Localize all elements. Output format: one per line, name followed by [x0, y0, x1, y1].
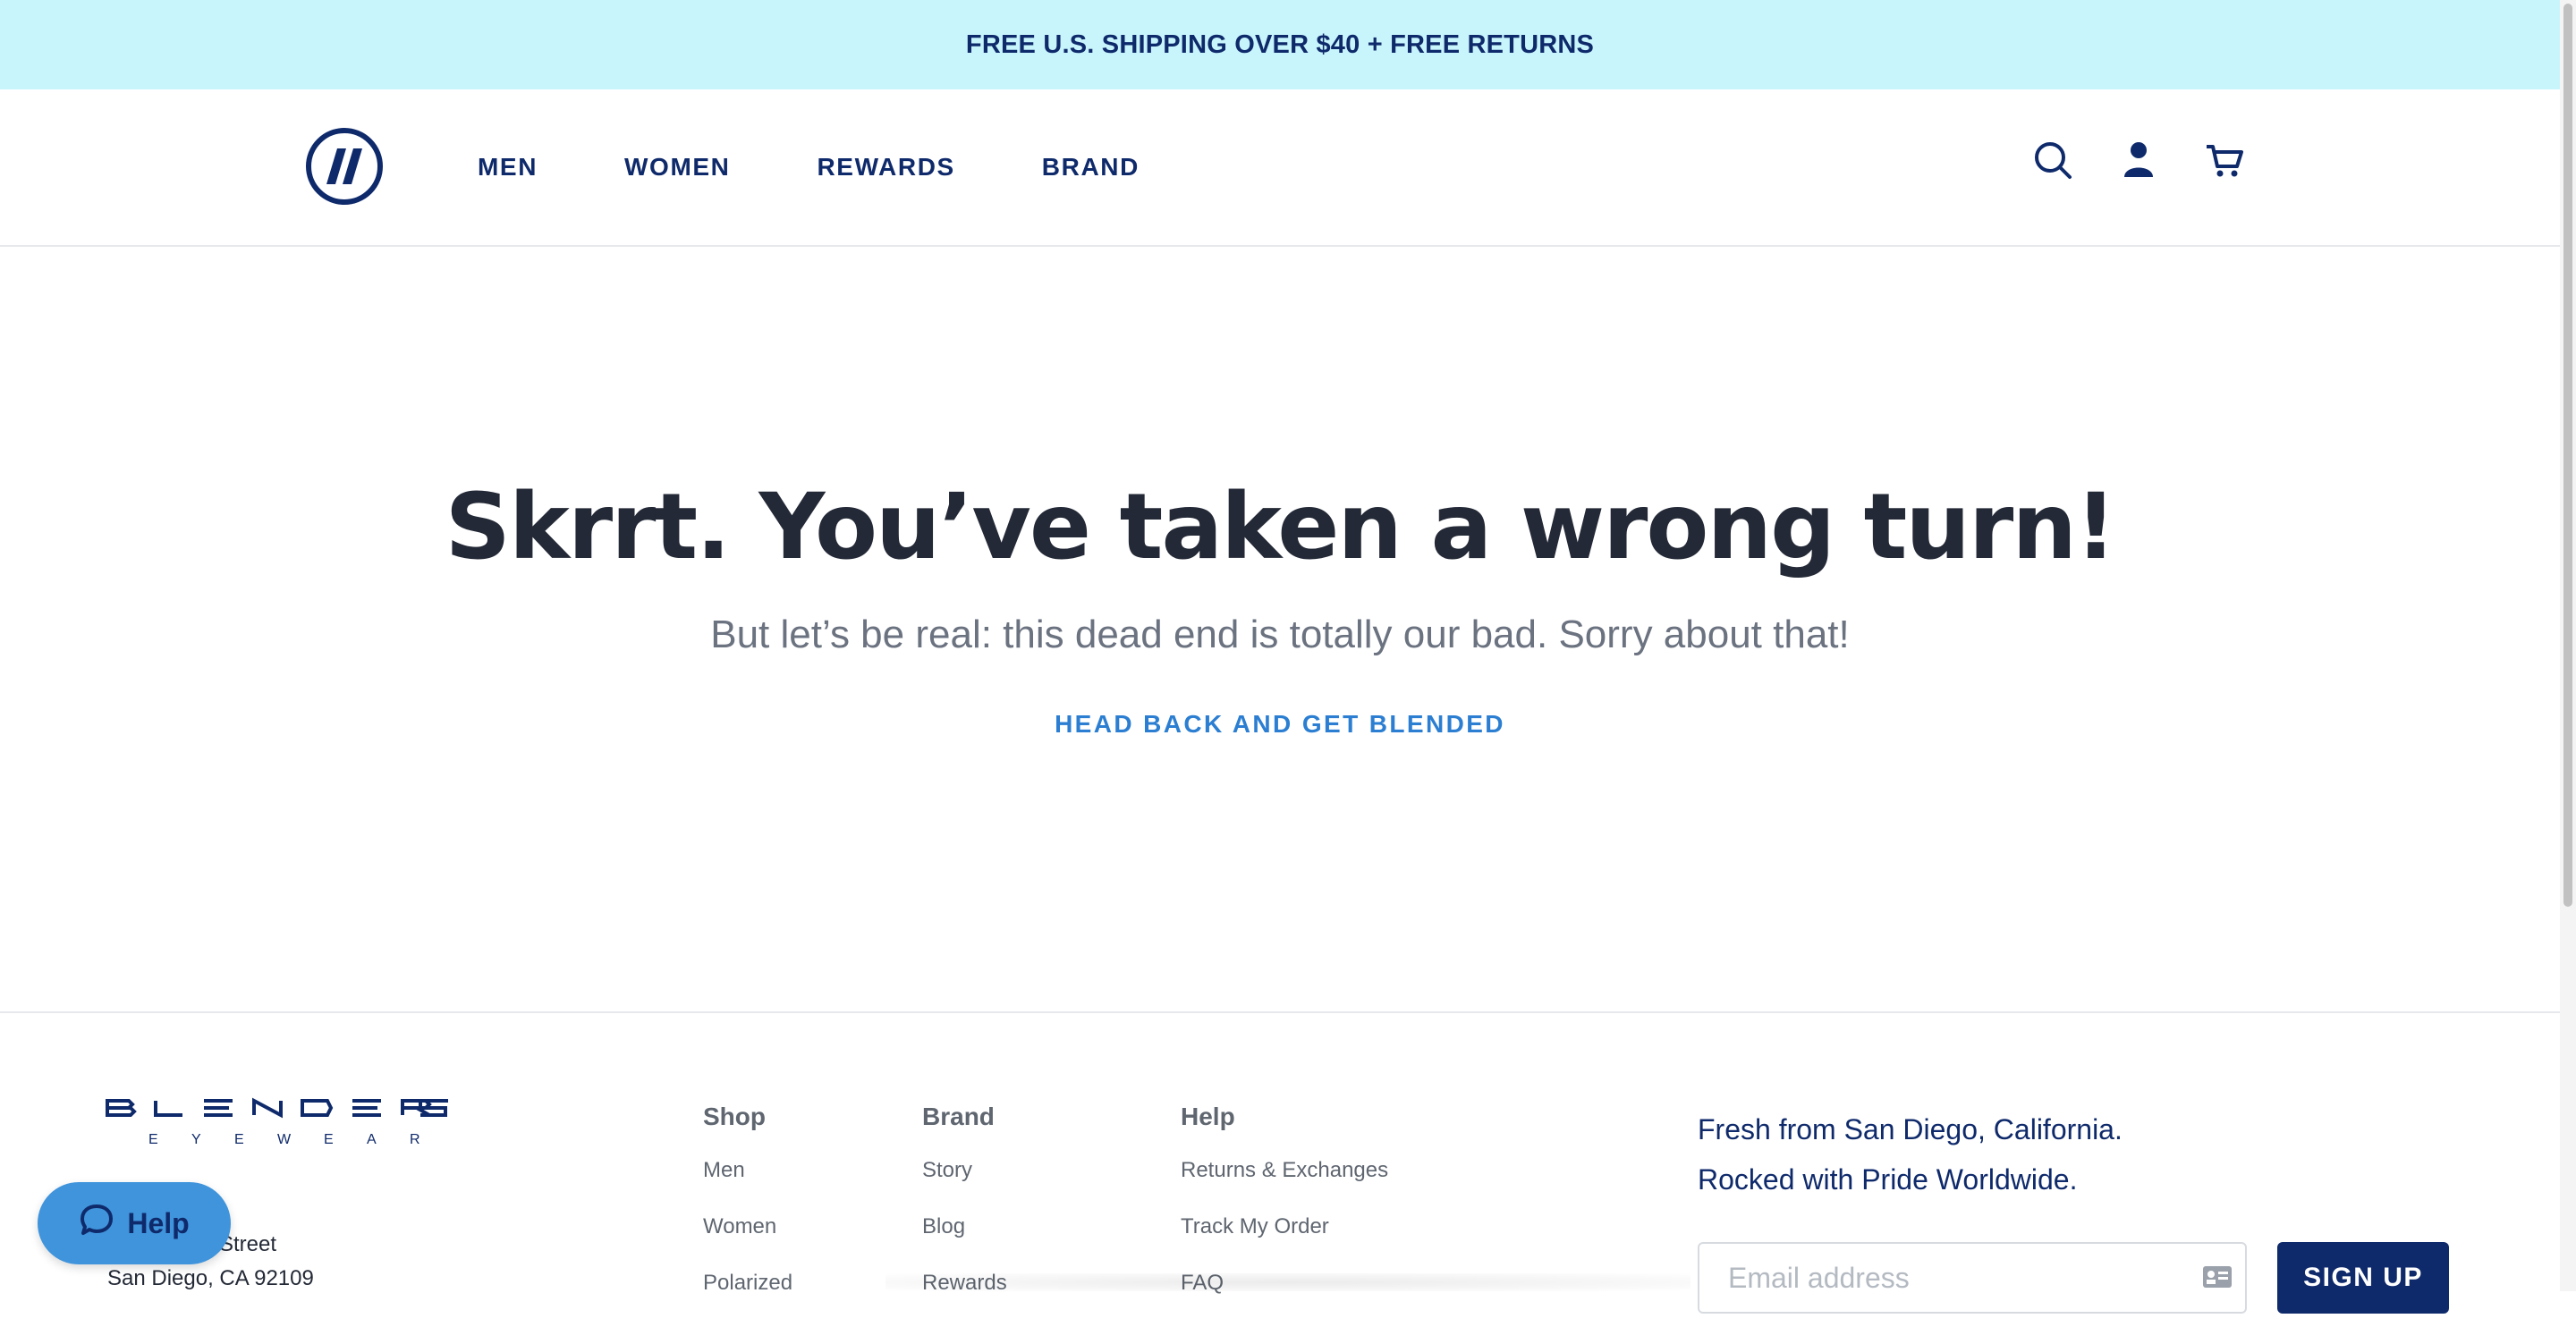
tagline-line-1: Fresh from San Diego, California. [1698, 1113, 2123, 1145]
promo-text: FREE U.S. SHIPPING OVER $40 + FREE RETUR… [965, 30, 1595, 59]
help-label: Help [127, 1206, 190, 1239]
svg-text:W: W [277, 1132, 292, 1147]
tagline-line-2: Rocked with Pride Worldwide. [1698, 1163, 2078, 1196]
site-header: MEN WOMEN REWARDS BRAND [0, 89, 2560, 247]
nav-item-men[interactable]: MEN [478, 153, 538, 182]
footer-column-brand: Brand Story Blog Rewards [922, 1103, 1007, 1327]
blenders-eyewear-logo[interactable]: EYE WEAR [106, 1097, 450, 1151]
footer-column-title: Help [1181, 1103, 1235, 1130]
footer-column-shop: Shop Men Women Polarized [703, 1103, 792, 1327]
footer-tagline: Fresh from San Diego, California. Rocked… [1698, 1104, 2123, 1204]
help-widget-button[interactable]: Help [38, 1182, 231, 1264]
svg-text:A: A [367, 1132, 377, 1147]
footer-column-title: Shop [703, 1103, 766, 1130]
nav-item-brand[interactable]: BRAND [1042, 153, 1140, 182]
footer-column-title: Brand [922, 1103, 995, 1130]
site-footer: EYE WEAR Street San Diego, CA 92109 Shop… [0, 1013, 2560, 1314]
scrollbar-thumb[interactable] [2563, 4, 2572, 907]
footer-link-blog[interactable]: Blog [922, 1214, 1007, 1239]
footer-link-women[interactable]: Women [703, 1214, 792, 1239]
svg-text:R: R [410, 1132, 420, 1147]
footer-link-men[interactable]: Men [703, 1158, 792, 1183]
svg-text:Y: Y [191, 1132, 201, 1147]
footer-link-story[interactable]: Story [922, 1158, 1007, 1183]
footer-link-polarized[interactable]: Polarized [703, 1271, 792, 1296]
chat-bubble-icon [79, 1203, 114, 1244]
contact-card-icon [2202, 1265, 2233, 1289]
svg-text:E: E [148, 1132, 158, 1147]
error-subline: But let’s be real: this dead end is tota… [710, 613, 1850, 656]
account-icon[interactable] [2118, 139, 2159, 181]
svg-text:E: E [324, 1132, 334, 1147]
page-scrollbar[interactable] [2560, 0, 2576, 1291]
promo-banner: FREE U.S. SHIPPING OVER $40 + FREE RETUR… [0, 0, 2560, 89]
head-back-link[interactable]: HEAD BACK AND GET BLENDED [0, 710, 2560, 739]
logo-icon[interactable] [305, 127, 384, 206]
main-nav: MEN WOMEN REWARDS BRAND [478, 89, 1226, 245]
svg-text:E: E [234, 1132, 244, 1147]
address-line-2: San Diego, CA 92109 [107, 1266, 314, 1290]
footer-column-help: Help Returns & Exchanges Track My Order … [1181, 1103, 1388, 1327]
search-icon[interactable] [2032, 139, 2073, 181]
error-section: Skrrt. You’ve taken a wrong turn! But le… [0, 247, 2560, 1013]
bottom-fade [886, 1273, 1690, 1291]
email-field[interactable] [1698, 1242, 2247, 1314]
sign-up-button[interactable]: SIGN UP [2277, 1242, 2449, 1314]
error-headline: Skrrt. You’ve taken a wrong turn! [445, 474, 2117, 581]
nav-item-rewards[interactable]: REWARDS [817, 153, 954, 182]
header-icons [2032, 139, 2245, 181]
footer-link-track-order[interactable]: Track My Order [1181, 1214, 1388, 1239]
cart-icon[interactable] [2204, 139, 2245, 181]
footer-link-returns[interactable]: Returns & Exchanges [1181, 1158, 1388, 1183]
nav-item-women[interactable]: WOMEN [624, 153, 730, 182]
